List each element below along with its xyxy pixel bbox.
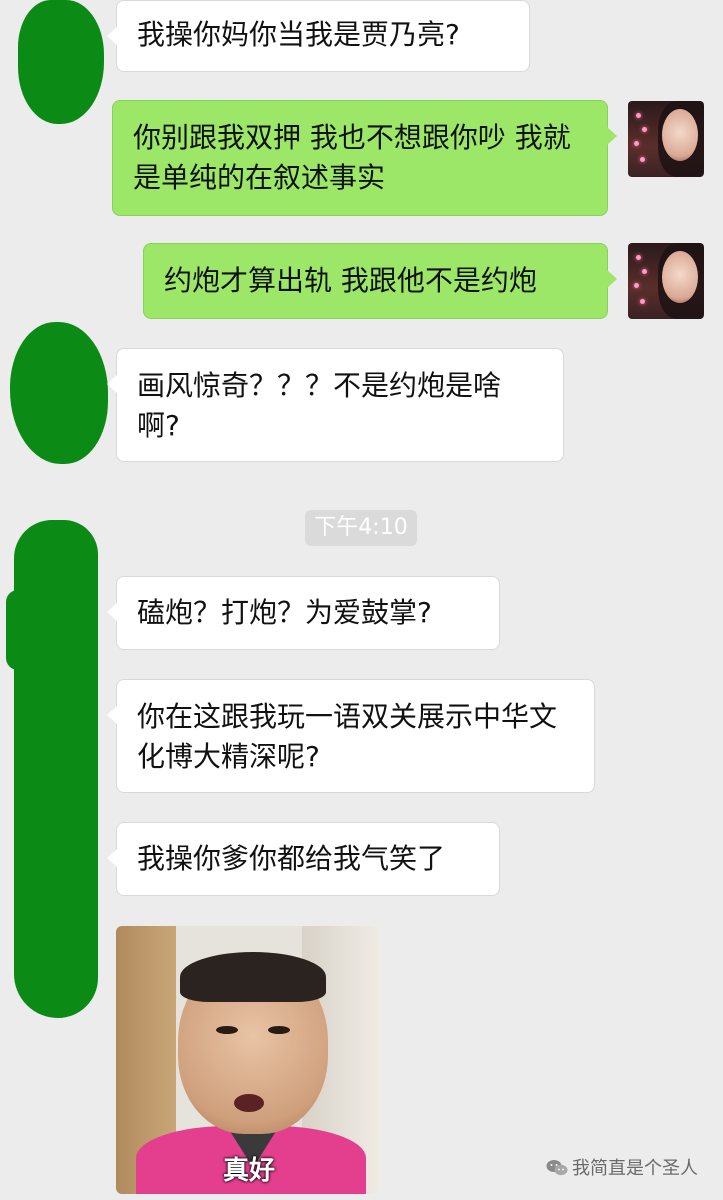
watermark-text: 我简直是个圣人: [572, 1158, 698, 1179]
message-text: 我操你爹你都给我气笑了: [137, 842, 446, 875]
message-text: 你别跟我双押 我也不想跟你吵 我就是单纯的在叙述事实: [133, 121, 571, 194]
message-bubble-outgoing[interactable]: 约炮才算出轨 我跟他不是约炮: [143, 243, 617, 319]
image-message[interactable]: 真好: [116, 926, 382, 1194]
redaction-scribble-top: [18, 0, 104, 124]
message-bubble-outgoing[interactable]: 你别跟我双押 我也不想跟你吵 我就是单纯的在叙述事实: [112, 100, 617, 216]
watermark: 我简直是个圣人: [546, 1156, 698, 1182]
message-bubble-incoming[interactable]: 磕炮？打炮？为爱鼓掌?: [107, 576, 500, 650]
photo-eye-right: [268, 1026, 290, 1034]
message-text: 你在这跟我玩一语双关展示中华文化博大精深呢?: [137, 700, 558, 773]
message-text: 画风惊奇？？？不是约炮是啥啊?: [137, 369, 502, 442]
message-text: 约炮才算出轨 我跟他不是约炮: [164, 264, 537, 297]
redaction-scribble-mid: [10, 322, 108, 464]
user-avatar[interactable]: [628, 243, 704, 319]
photo-caption: 真好: [222, 1156, 275, 1186]
wechat-icon: [546, 1159, 568, 1177]
message-bubble-incoming[interactable]: 画风惊奇？？？不是约炮是啥啊?: [107, 348, 564, 462]
message-bubble-incoming[interactable]: 我操你爹你都给我气笑了: [107, 822, 500, 896]
photo-hair: [180, 952, 326, 1002]
timestamp-label: 下午4:10: [305, 510, 417, 546]
redaction-scribble-edge: [6, 590, 30, 670]
user-avatar[interactable]: [628, 101, 704, 177]
chat-screen: 我操你妈你当我是贾乃亮? 你别跟我双押 我也不想跟你吵 我就是单纯的在叙述事实 …: [0, 0, 723, 1200]
message-text: 我操你妈你当我是贾乃亮?: [137, 18, 460, 51]
photo-eye-left: [216, 1026, 238, 1034]
message-text: 磕炮？打炮？为爱鼓掌?: [137, 596, 432, 629]
message-bubble-incoming[interactable]: 你在这跟我玩一语双关展示中华文化博大精深呢?: [107, 679, 595, 793]
photo-mouth: [234, 1094, 264, 1112]
message-bubble-incoming[interactable]: 我操你妈你当我是贾乃亮?: [107, 0, 530, 72]
